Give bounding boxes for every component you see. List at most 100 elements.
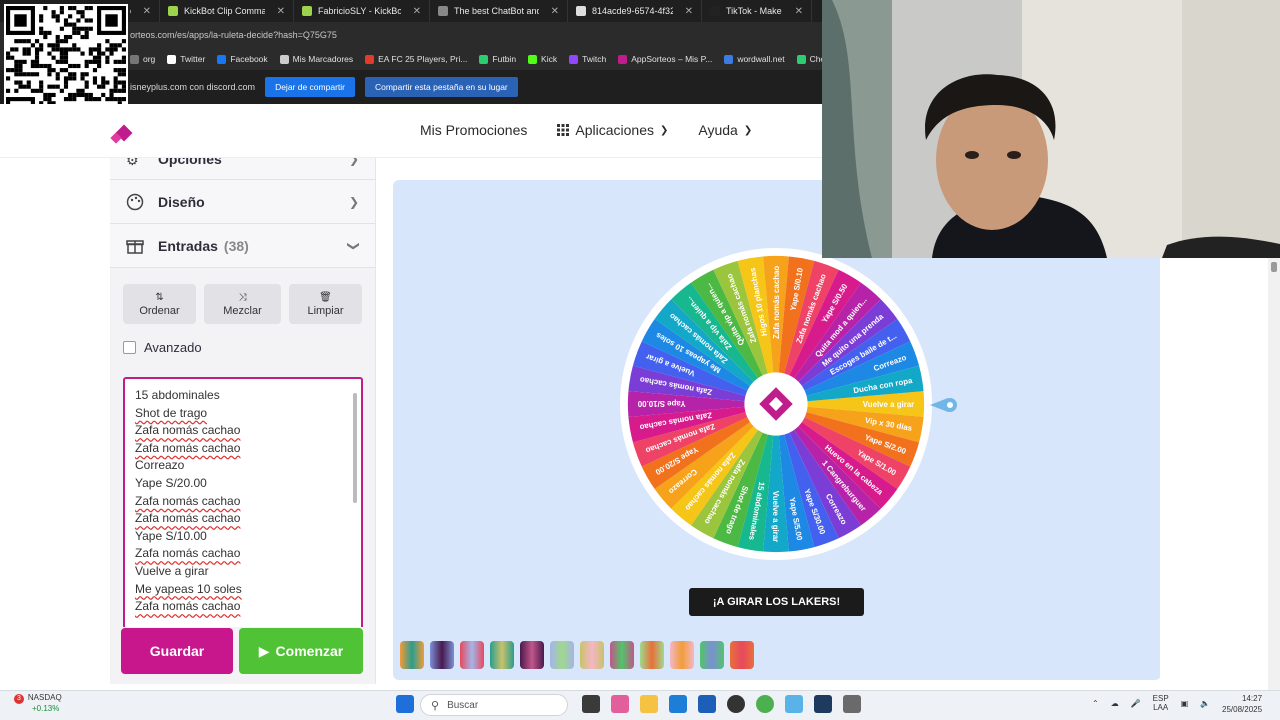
- bookmark-item[interactable]: org: [130, 54, 155, 64]
- volume-icon[interactable]: 🔈: [1200, 699, 1210, 708]
- app-logo-icon[interactable]: [110, 124, 138, 146]
- close-tab-icon[interactable]: ✕: [795, 6, 803, 17]
- bookmark-label: wordwall.net: [737, 54, 785, 64]
- theme-swatch[interactable]: [670, 641, 694, 669]
- file-explorer-icon[interactable]: [640, 695, 658, 713]
- bookmark-item[interactable]: wordwall.net: [724, 54, 785, 64]
- theme-swatch[interactable]: [550, 641, 574, 669]
- share-this-tab-button[interactable]: Compartir esta pestaña en su lugar: [364, 77, 518, 97]
- tab-label: The best ChatBot and Widg: [454, 6, 539, 16]
- bookmark-item[interactable]: Futbin: [479, 54, 516, 64]
- save-button[interactable]: Guardar: [121, 628, 233, 674]
- browser-tab[interactable]: 814acde9-6574-4f32-840f ✕: [568, 0, 702, 22]
- entry-line: Zafa nomás cachao: [135, 423, 241, 438]
- theme-swatch[interactable]: [580, 641, 604, 669]
- bookmark-label: Mis Marcadores: [292, 54, 354, 64]
- bookmark-item[interactable]: AppSorteos – Mis P...: [618, 54, 712, 64]
- chevron-down-icon: ❯: [659, 124, 669, 136]
- steam-icon[interactable]: [814, 695, 832, 713]
- bookmark-favicon-icon: [618, 54, 628, 64]
- order-button[interactable]: ⇅ Ordenar: [123, 284, 197, 324]
- tab-favicon-icon: [710, 6, 720, 16]
- accordion-entries[interactable]: Entradas (38) ❯: [110, 224, 375, 268]
- close-tab-icon[interactable]: ✕: [277, 6, 285, 17]
- spin-button[interactable]: ¡A GIRAR LOS LAKERS!: [689, 588, 864, 616]
- theme-swatch[interactable]: [640, 641, 664, 669]
- advanced-checkbox[interactable]: [123, 341, 136, 354]
- bookmark-label: AppSorteos – Mis P...: [631, 54, 713, 64]
- bookmark-item[interactable]: EA FC 25 Players, Pri...: [365, 54, 467, 64]
- taskbar-clock[interactable]: 14:27 25/08/2025: [1222, 693, 1262, 715]
- notepad-icon[interactable]: [785, 695, 803, 713]
- taskbar-search-label: Buscar: [447, 699, 479, 711]
- windows-start-icon[interactable]: [396, 695, 414, 713]
- cloud-icon[interactable]: ☁: [1111, 699, 1119, 708]
- entry-line: Yape S/10.00: [135, 528, 207, 543]
- close-tab-icon[interactable]: ✕: [413, 6, 421, 17]
- close-tab-icon[interactable]: ✕: [551, 6, 559, 17]
- entry-line: Yape S/20.00: [135, 475, 207, 490]
- obs-icon[interactable]: [727, 695, 745, 713]
- clear-button[interactable]: 🗑 Limpiar: [288, 284, 362, 324]
- textarea-scrollbar[interactable]: [353, 393, 357, 503]
- wheel-segment-label: Vuelve a girar: [771, 491, 780, 542]
- theme-swatch[interactable]: [460, 641, 484, 669]
- app-icon[interactable]: [843, 695, 861, 713]
- entry-line: Zafa nomás cachao: [135, 546, 241, 561]
- play-icon: ▶: [258, 642, 270, 659]
- theme-swatch[interactable]: [490, 641, 514, 669]
- close-tab-icon[interactable]: ✕: [143, 6, 151, 17]
- roulette-wheel[interactable]: Vuelve a girarVip x 30 díasYape S/2.00Ya…: [618, 246, 934, 562]
- clock-date: 25/08/2025: [1222, 705, 1263, 714]
- browser-tab[interactable]: FabricioSLY - KickBot ✕: [294, 0, 430, 22]
- browser-tab[interactable]: TikTok - Make Your Da ✕: [702, 0, 812, 22]
- bookmark-favicon-icon: [528, 54, 538, 64]
- accordion-options-header[interactable]: ⚙ Opciones ❯: [110, 158, 375, 180]
- bookmark-item[interactable]: Kick: [528, 54, 557, 64]
- page-scrollbar-thumb[interactable]: [1271, 262, 1277, 272]
- bookmark-favicon-icon: [724, 54, 734, 64]
- edge-icon[interactable]: [669, 695, 687, 713]
- bookmark-item[interactable]: Check Music C: [796, 54, 822, 64]
- language-indicator[interactable]: ESP LAA: [1153, 694, 1169, 712]
- chrome-icon[interactable]: [756, 695, 774, 713]
- start-button[interactable]: ▶ Comenzar: [239, 628, 363, 674]
- microphone-icon[interactable]: 🎤: [1131, 699, 1141, 708]
- shuffle-button[interactable]: ⤨ Mezclar: [204, 284, 281, 324]
- entries-count: (38): [223, 237, 249, 254]
- bookmark-item[interactable]: Twitch: [569, 54, 606, 64]
- theme-swatch[interactable]: [430, 641, 454, 669]
- page-scrollbar[interactable]: [1268, 258, 1280, 690]
- browser-tab[interactable]: KickBot Clip Command ✕: [160, 0, 294, 22]
- theme-swatch[interactable]: [610, 641, 634, 669]
- theme-swatch[interactable]: [700, 641, 724, 669]
- nav-promotions[interactable]: Mis Promociones: [420, 122, 527, 138]
- bookmark-item[interactable]: Mis Marcadores: [279, 54, 354, 64]
- copilot-icon[interactable]: [611, 695, 629, 713]
- theme-swatch[interactable]: [730, 641, 754, 669]
- nav-applications[interactable]: Aplicaciones ❯: [557, 122, 668, 138]
- bookmark-item[interactable]: Facebook: [217, 54, 268, 64]
- store-icon[interactable]: [698, 695, 716, 713]
- bookmark-label: Check Music C: [809, 54, 822, 64]
- bookmark-item[interactable]: Twitter: [167, 54, 205, 64]
- accordion-entries-label: Entradas: [158, 237, 218, 254]
- browser-tab[interactable]: The best ChatBot and Widg ✕: [430, 0, 568, 22]
- entry-line: Zafa nomás cachao: [135, 440, 241, 455]
- bookmark-label: Facebook: [230, 54, 268, 64]
- entries-textarea[interactable]: 15 abdominales Shot de trago Zafa nomás ca…: [123, 377, 363, 627]
- advanced-checkbox-row[interactable]: Avanzado: [110, 324, 375, 355]
- close-tab-icon[interactable]: ✕: [685, 6, 693, 17]
- wheel-segment-label: Zafa nomás cachao: [772, 266, 781, 339]
- network-icon[interactable]: ▣: [1181, 699, 1189, 708]
- task-view-icon[interactable]: [582, 695, 600, 713]
- shuffle-icon: ⤨: [238, 291, 247, 303]
- theme-swatch[interactable]: [520, 641, 544, 669]
- nav-help[interactable]: Ayuda ❯: [698, 122, 752, 138]
- chevron-up-icon[interactable]: ⌃: [1092, 699, 1099, 708]
- taskbar-search[interactable]: ⚲ Buscar: [420, 694, 568, 716]
- stop-sharing-button[interactable]: Dejar de compartir: [265, 77, 355, 97]
- accordion-design[interactable]: Diseño ❯: [110, 180, 375, 224]
- theme-swatch[interactable]: [400, 641, 424, 669]
- stock-widget[interactable]: 3 NASDAQ +0.13%: [14, 693, 62, 714]
